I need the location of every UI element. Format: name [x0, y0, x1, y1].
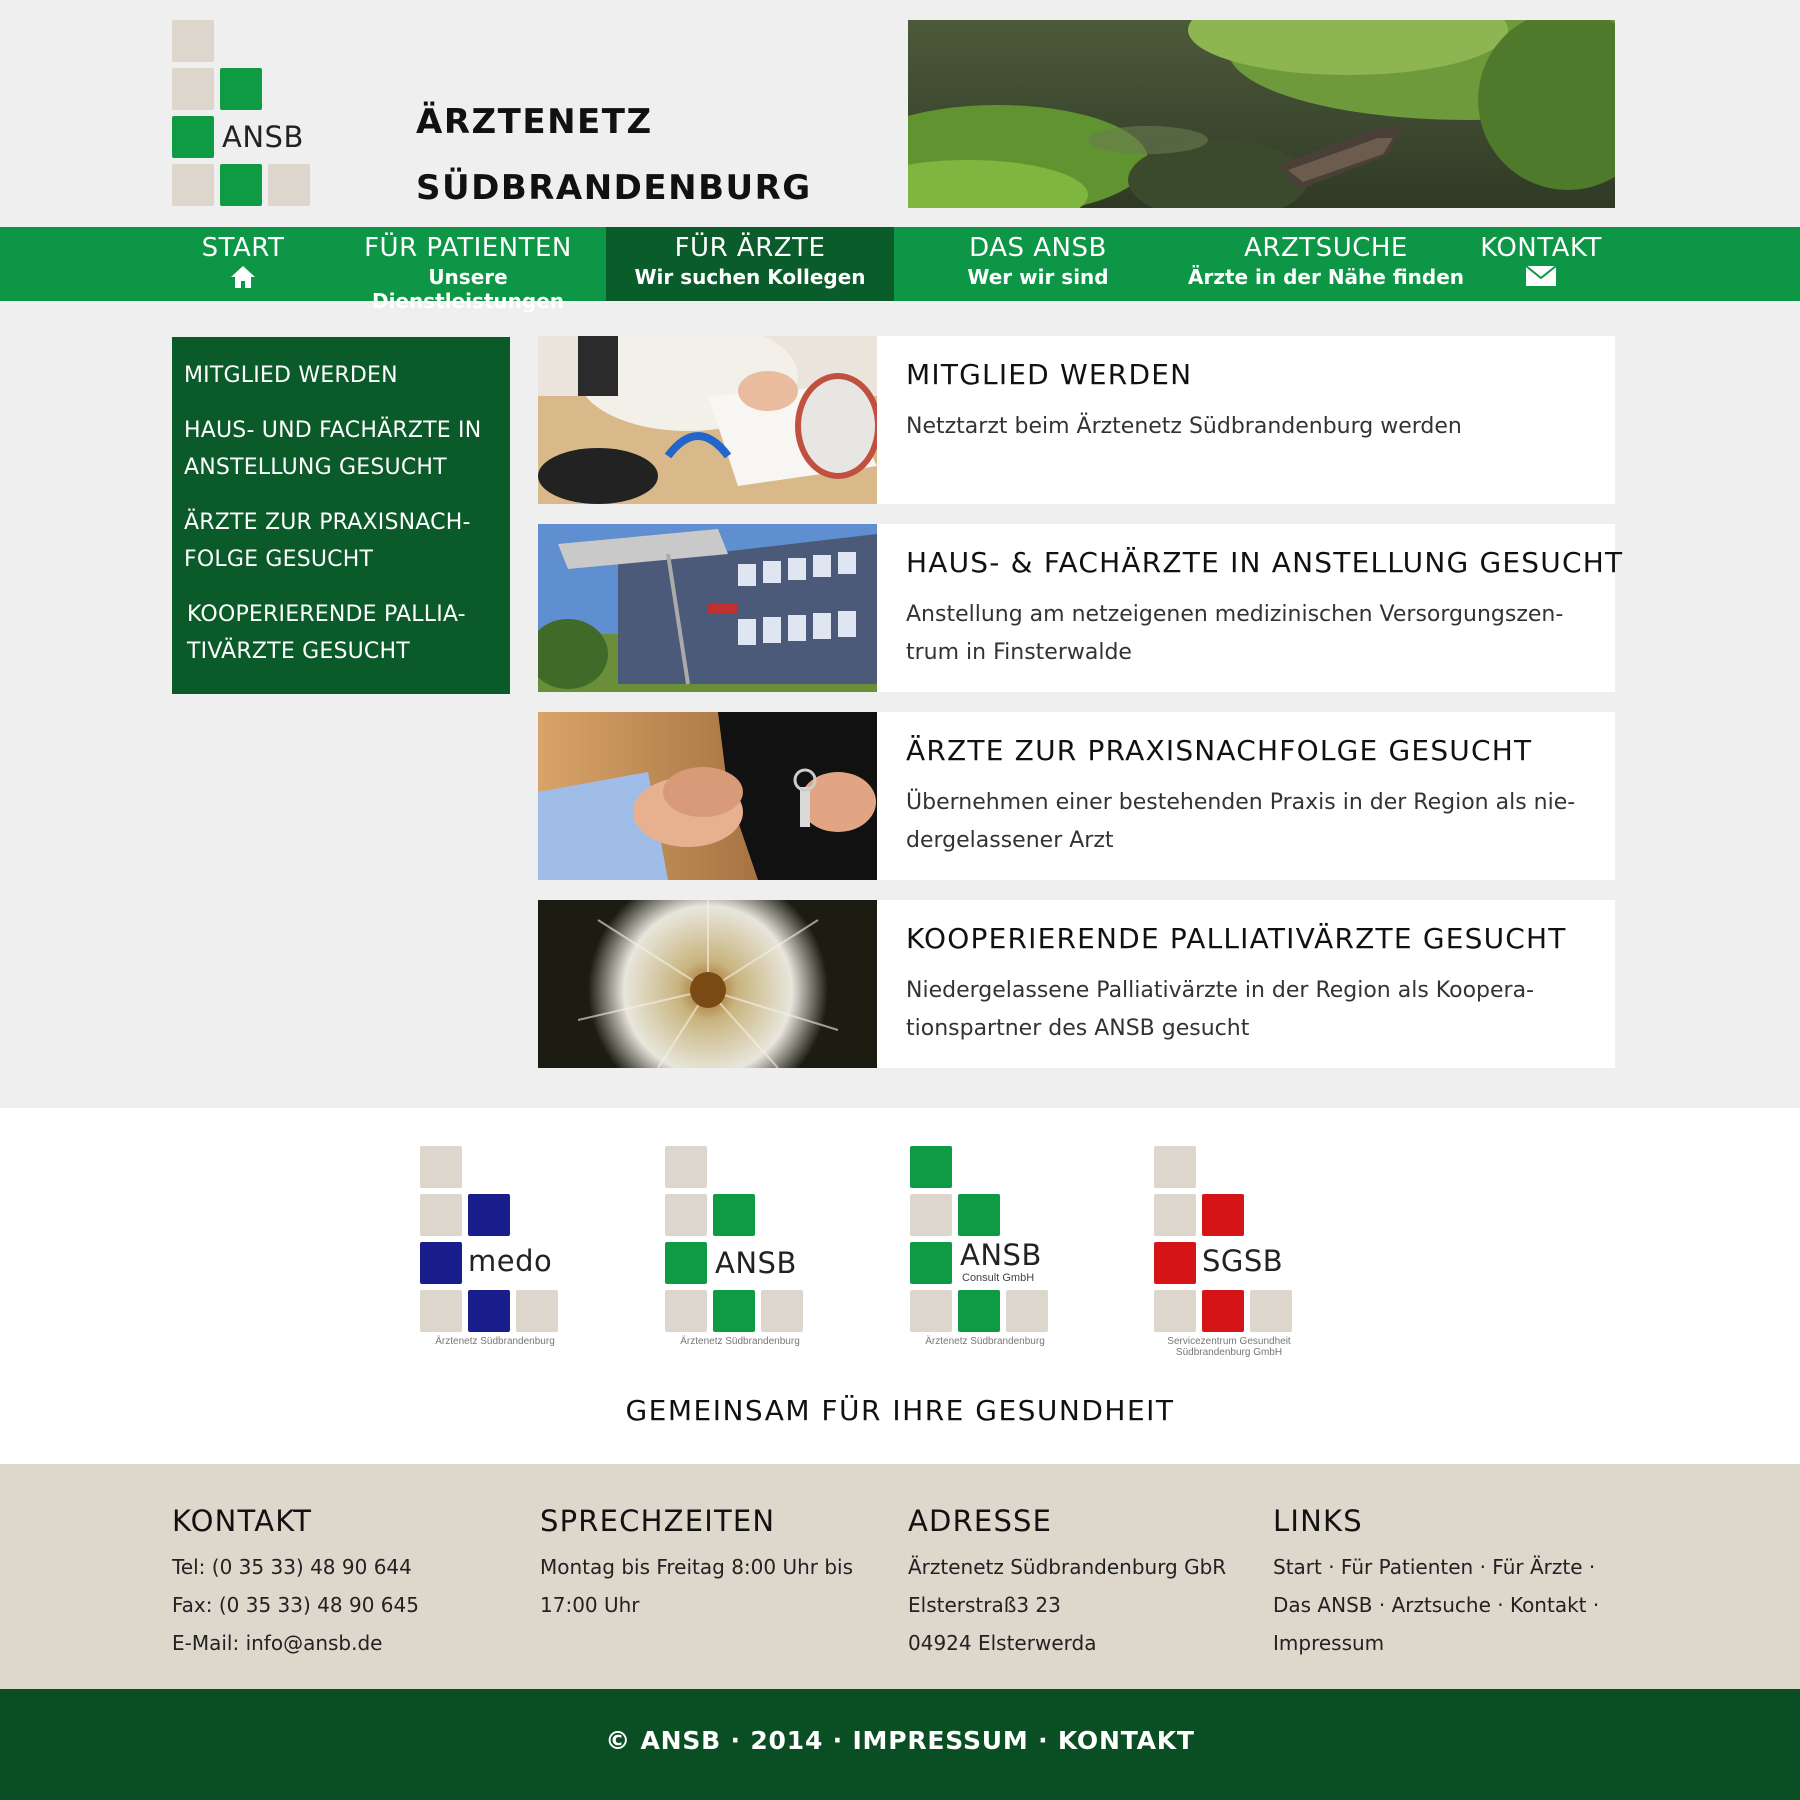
- footer-links-line[interactable]: Das ANSB · Arztsuche · Kontakt ·: [1273, 1586, 1599, 1624]
- card-title: KOOPERIERENDE PALLIATIVÄRZTE GESUCHT: [906, 922, 1567, 955]
- footer-address-line: 04924 Elsterwerda: [908, 1631, 1097, 1655]
- sidebar-item-palliativaerzte[interactable]: KOOPERIERENDE PALLIA-TIVÄRZTE GESUCHT: [184, 596, 498, 670]
- partner-logo-medo[interactable]: medo Ärztenetz Südbrandenburg: [420, 1146, 570, 1366]
- partner-logo-ansb[interactable]: ANSB Ärztenetz Südbrandenburg: [665, 1146, 815, 1366]
- partner-name: SGSB: [1202, 1244, 1284, 1278]
- partner-logo-sgsb[interactable]: SGSB Servicezentrum Gesundheit Südbrande…: [1154, 1146, 1304, 1366]
- nav-fuer-patienten[interactable]: FÜR PATIENTEN Unsere Dienstleistungen: [330, 227, 606, 313]
- site-title-line2: SÜDBRANDENBURG: [416, 168, 812, 208]
- sidebar-item-mitglied-werden[interactable]: MITGLIED WERDEN: [184, 357, 498, 394]
- footer-heading: ADRESSE: [908, 1504, 1053, 1538]
- partner-logos-strip: medo Ärztenetz Südbrandenburg ANSB Ärzte…: [0, 1108, 1800, 1464]
- nav-arztsuche-label: ARZTSUCHE: [1244, 233, 1408, 263]
- bottom-bar: © ANSB · 2014 · IMPRESSUM · KONTAKT: [0, 1689, 1800, 1800]
- card-palliativaerzte[interactable]: KOOPERIERENDE PALLIATIVÄRZTE GESUCHT Nie…: [538, 900, 1615, 1068]
- nav-das-ansb[interactable]: DAS ANSB Wer wir sind: [904, 227, 1172, 301]
- year-text: 2014: [750, 1726, 824, 1755]
- footer-links-line[interactable]: Impressum: [1273, 1624, 1599, 1662]
- slogan: GEMEINSAM FÜR IHRE GESUNDHEIT: [625, 1394, 1175, 1427]
- footer-hours-line: Montag bis Freitag 8:00 Uhr bis: [540, 1555, 854, 1579]
- separator: ·: [823, 1726, 853, 1755]
- card-text: Übernehmen einer bestehenden Praxis in d…: [906, 790, 1576, 853]
- nav-ansb-label: DAS ANSB: [969, 233, 1107, 263]
- partner-caption: Ärztenetz Südbrandenburg: [435, 1336, 555, 1347]
- card-photo-handshake-keys: [538, 712, 877, 880]
- card-photo-doctor-desk: [538, 336, 877, 504]
- nav-fuer-aerzte[interactable]: FÜR ÄRZTE Wir suchen Kollegen: [606, 227, 894, 301]
- nav-arztsuche[interactable]: ARZTSUCHE Ärzte in der Nähe finden: [1180, 227, 1472, 301]
- card-text: Niedergelassene Palliativärzte in der Re…: [906, 978, 1535, 1041]
- partner-caption: Ärztenetz Südbrandenburg: [680, 1336, 800, 1347]
- nav-patienten-sub: Unsere Dienstleistungen: [371, 265, 565, 313]
- mail-icon: [1525, 265, 1557, 286]
- separator: ·: [721, 1726, 751, 1755]
- kontakt-link[interactable]: KONTAKT: [1058, 1726, 1195, 1755]
- nav-aerzte-sub: Wir suchen Kollegen: [634, 265, 866, 289]
- impressum-link[interactable]: IMPRESSUM: [852, 1726, 1028, 1755]
- site-title-line1: ÄRZTENETZ: [416, 102, 653, 142]
- card-title: HAUS- & FACHÄRZTE IN ANSTELLUNG GESUCHT: [906, 546, 1624, 579]
- footer-heading: LINKS: [1273, 1504, 1363, 1538]
- footer-address-line: Elsterstraß3 23: [908, 1593, 1061, 1617]
- bottom-links: © ANSB · 2014 · IMPRESSUM · KONTAKT: [0, 1726, 1800, 1755]
- partner-caption: Ärztenetz Südbrandenburg: [925, 1336, 1045, 1347]
- card-photo-building: [538, 524, 877, 692]
- sidebar-menu: MITGLIED WERDEN HAUS- UND FACHÄRZTE IN A…: [172, 337, 510, 694]
- partner-logo-ansb-consult[interactable]: ANSB Consult GmbH Ärztenetz Südbrandenbu…: [910, 1146, 1060, 1366]
- footer-sprechzeiten: SPRECHZEITEN Montag bis Freitag 8:00 Uhr…: [540, 1504, 853, 1624]
- card-title: ÄRZTE ZUR PRAXISNACHFOLGE GESUCHT: [906, 734, 1533, 767]
- footer-hours-line: 17:00 Uhr: [540, 1593, 640, 1617]
- logo-text: ANSB: [222, 120, 304, 154]
- footer-links-line[interactable]: Start · Für Patienten · Für Ärzte ·: [1273, 1548, 1599, 1586]
- site-logo[interactable]: ANSB: [172, 20, 312, 210]
- nav-patienten-label: FÜR PATIENTEN: [364, 233, 572, 263]
- footer-address-line: Ärztenetz Südbrandenburg GbR: [908, 1555, 1227, 1579]
- card-photo-dandelion: [538, 900, 877, 1068]
- nav-arztsuche-sub: Ärzte in der Nähe finden: [1187, 265, 1464, 289]
- footer-email-link[interactable]: E-Mail: info@ansb.de: [172, 1624, 419, 1662]
- partner-name: ANSB: [715, 1246, 797, 1280]
- copyright-text: © ANSB: [605, 1726, 722, 1755]
- header-photo-lake: [908, 20, 1615, 208]
- nav-kontakt-label: KONTAKT: [1480, 233, 1602, 263]
- card-anstellung[interactable]: HAUS- & FACHÄRZTE IN ANSTELLUNG GESUCHT …: [538, 524, 1622, 692]
- nav-start-label: START: [201, 233, 285, 263]
- card-mitglied-werden[interactable]: MITGLIED WERDEN Netztarzt beim Ärztenetz…: [538, 336, 1615, 504]
- nav-start[interactable]: START: [176, 227, 310, 301]
- nav-ansb-sub: Wer wir sind: [967, 265, 1109, 289]
- footer-kontakt: KONTAKT Tel: (0 35 33) 48 90 644 Fax: (0…: [172, 1504, 419, 1662]
- sidebar-item-praxisnachfolge[interactable]: ÄRZTE ZUR PRAXISNACH-FOLGE GESUCHT: [184, 504, 498, 578]
- partner-caption: Servicezentrum Gesundheit Südbrandenburg…: [1167, 1336, 1291, 1358]
- card-title: MITGLIED WERDEN: [906, 358, 1193, 391]
- card-praxisnachfolge[interactable]: ÄRZTE ZUR PRAXISNACHFOLGE GESUCHT Überne…: [538, 712, 1615, 880]
- nav-aerzte-label: FÜR ÄRZTE: [674, 233, 826, 263]
- card-text: Netztarzt beim Ärztenetz Südbrandenburg …: [906, 414, 1462, 439]
- nav-kontakt[interactable]: KONTAKT: [1470, 227, 1612, 301]
- sidebar-item-anstellung[interactable]: HAUS- UND FACHÄRZTE IN ANSTELLUNG GESUCH…: [184, 412, 498, 486]
- main-nav: START FÜR PATIENTEN Unsere Dienstleistun…: [0, 227, 1800, 313]
- separator: ·: [1028, 1726, 1058, 1755]
- partner-name: ANSB: [960, 1238, 1042, 1272]
- footer-heading: SPRECHZEITEN: [540, 1504, 776, 1538]
- footer-adresse: ADRESSE Ärztenetz Südbrandenburg GbR Els…: [908, 1504, 1226, 1662]
- home-icon: [231, 266, 255, 288]
- partner-sub: Consult GmbH: [962, 1272, 1035, 1284]
- footer-fax: Fax: (0 35 33) 48 90 645: [172, 1593, 419, 1617]
- footer-links: LINKS Start · Für Patienten · Für Ärzte …: [1273, 1504, 1599, 1662]
- footer: KONTAKT Tel: (0 35 33) 48 90 644 Fax: (0…: [0, 1464, 1800, 1689]
- card-text: Anstellung am netzeigenen medizinischen …: [906, 602, 1564, 665]
- footer-heading: KONTAKT: [172, 1504, 313, 1538]
- footer-phone: Tel: (0 35 33) 48 90 644: [172, 1555, 412, 1579]
- partner-name: medo: [468, 1244, 553, 1278]
